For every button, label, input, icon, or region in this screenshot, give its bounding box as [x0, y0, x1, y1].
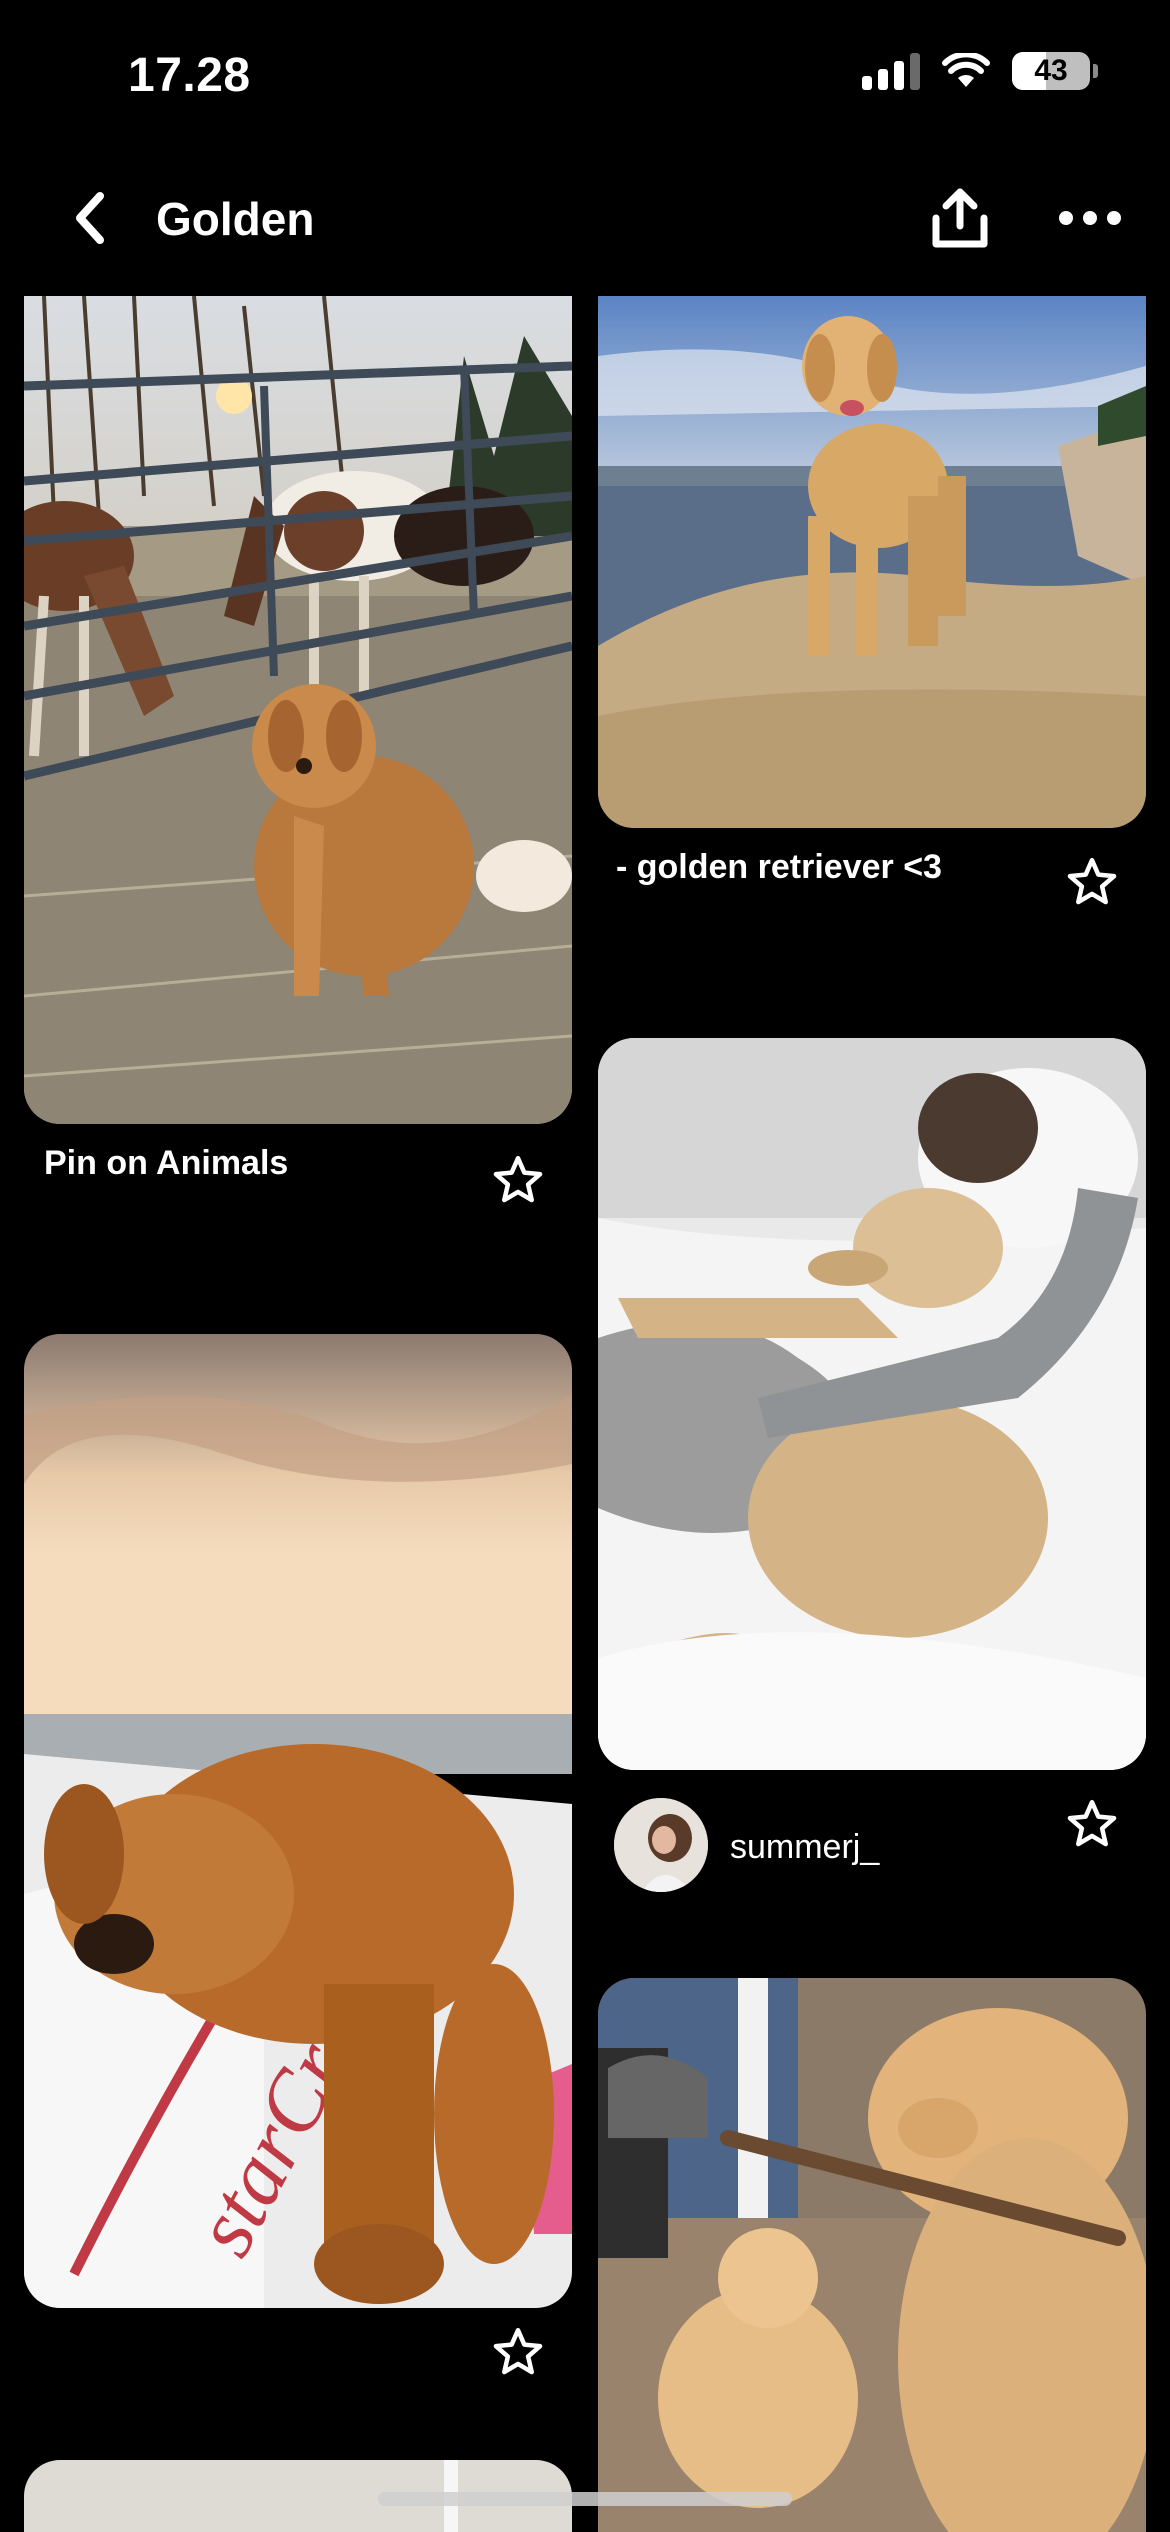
- pin-title[interactable]: - golden retriever <3: [616, 848, 942, 887]
- pin-image-horses-golden[interactable]: [24, 296, 572, 1124]
- star-icon: [493, 1155, 543, 1203]
- back-button[interactable]: [60, 188, 120, 248]
- wifi-icon: [942, 53, 990, 87]
- pin-image-golden-and-puppy[interactable]: [598, 1978, 1146, 2532]
- board-header: Golden: [0, 170, 1170, 270]
- star-icon: [493, 2327, 543, 2375]
- board-screen: 17.28 43 Golden Pin on Animals - golden …: [0, 0, 1170, 2532]
- save-pin-button[interactable]: [488, 1150, 548, 1210]
- status-time: 17.28: [128, 49, 251, 102]
- cellular-signal-icon: [862, 52, 920, 90]
- pin-image-golden-on-rock[interactable]: [598, 296, 1146, 828]
- pin-title[interactable]: Pin on Animals: [44, 1144, 288, 1183]
- pin-image-golden-on-boat[interactable]: starCraft: [24, 1334, 572, 2308]
- save-pin-button[interactable]: [1062, 1794, 1122, 1854]
- star-icon: [1067, 857, 1117, 905]
- pin-image-golden-in-bed[interactable]: [598, 1038, 1146, 1770]
- home-indicator[interactable]: [378, 2492, 792, 2506]
- star-icon: [1067, 1799, 1117, 1847]
- back-chevron-icon: [76, 192, 104, 244]
- pin-username[interactable]: summerj_: [730, 1828, 879, 1867]
- battery-percent: 43: [1034, 54, 1068, 87]
- save-pin-button[interactable]: [488, 2322, 548, 2382]
- share-icon: [932, 188, 988, 248]
- page-title: Golden: [156, 193, 315, 245]
- battery-icon: 43: [1012, 52, 1098, 90]
- save-pin-button[interactable]: [1062, 852, 1122, 912]
- more-icon: [1059, 211, 1121, 225]
- share-button[interactable]: [924, 182, 996, 254]
- more-options-button[interactable]: [1054, 188, 1126, 248]
- user-avatar[interactable]: [614, 1798, 708, 1892]
- status-icons: 43: [862, 52, 1098, 90]
